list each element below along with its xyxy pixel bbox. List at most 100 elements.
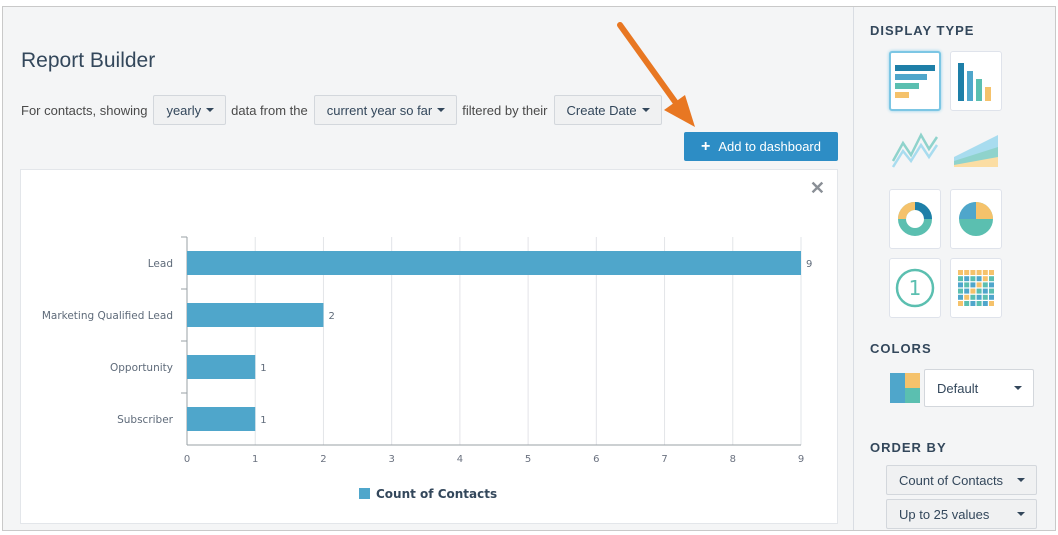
x-tick-label: 5: [525, 454, 531, 465]
chevron-down-icon: [206, 108, 215, 112]
grid-cell-icon: [976, 294, 982, 300]
y-tick-label: Opportunity: [110, 362, 173, 374]
filter-prefix-text: For contacts, showing: [21, 102, 148, 118]
sidebar: DISPLAY TYPE 1 COLORS Default ORDER BY C…: [853, 7, 1055, 530]
y-tick-label: Subscriber: [117, 414, 174, 426]
grid-cell-icon: [976, 282, 982, 288]
data-label: 9: [806, 259, 812, 270]
bar: [187, 407, 256, 431]
line-chart-icon: [891, 132, 939, 168]
color-scheme-dropdown[interactable]: Default: [924, 369, 1034, 407]
grid-cell-icon: [970, 270, 976, 275]
x-tick-label: 8: [730, 454, 736, 465]
grid-cell-icon: [970, 276, 976, 282]
close-icon[interactable]: ✕: [810, 179, 825, 197]
grid-cell-icon: [989, 282, 994, 288]
date-property-dropdown[interactable]: Create Date: [553, 95, 662, 125]
filter-sentence: For contacts, showing yearly data from t…: [21, 95, 667, 125]
date-range-dropdown[interactable]: current year so far: [313, 95, 458, 125]
x-tick-label: 0: [184, 454, 190, 465]
grid-cell-icon: [958, 294, 963, 300]
grid-cell-icon: [982, 294, 988, 300]
display-type-vertical-bar[interactable]: [950, 51, 1002, 111]
display-type-line[interactable]: [889, 119, 941, 179]
grid-cell-icon: [976, 270, 982, 275]
grid-cell-icon: [964, 288, 970, 294]
x-tick-label: 9: [798, 454, 804, 465]
color-scheme-value: Default: [937, 380, 979, 396]
vertical-bar-chart-icon: [958, 63, 991, 101]
grid-cell-icon: [989, 301, 994, 306]
grid-cell-icon: [982, 288, 988, 294]
color-scheme-swatch-icon: [890, 373, 920, 403]
horizontal-bar-chart-icon: [895, 65, 935, 98]
grid-cell-icon: [964, 294, 970, 300]
add-to-dashboard-button[interactable]: + Add to dashboard: [684, 132, 838, 161]
order-by-heading: ORDER BY: [870, 440, 947, 455]
data-label: 1: [260, 363, 266, 374]
single-value-glyph: 1: [909, 276, 922, 300]
y-tick-label: Lead: [148, 258, 173, 270]
pie-chart-icon: [959, 202, 993, 236]
x-tick-label: 4: [457, 454, 463, 465]
legend-swatch: [359, 488, 370, 499]
bar: [187, 303, 324, 327]
grid-cell-icon: [976, 288, 982, 294]
chevron-down-icon: [1017, 478, 1025, 482]
grid-cell-icon: [982, 270, 988, 275]
grid-cell-icon: [958, 270, 963, 275]
date-range-value: current year so far: [326, 102, 433, 118]
x-tick-label: 1: [252, 454, 258, 465]
display-type-donut[interactable]: [889, 189, 941, 249]
display-type-single-value[interactable]: 1: [889, 258, 941, 318]
grid-cell-icon: [958, 288, 963, 294]
grid-cell-icon: [970, 294, 976, 300]
area-chart-icon: [954, 135, 998, 167]
bar: [187, 355, 256, 379]
x-tick-label: 2: [320, 454, 326, 465]
legend-label: Count of Contacts: [376, 487, 497, 501]
limit-value: Up to 25 values: [899, 506, 990, 522]
data-label: 1: [260, 415, 266, 426]
display-type-pie[interactable]: [950, 189, 1002, 249]
grid-cell-icon: [989, 270, 994, 275]
single-value-icon: 1: [895, 268, 935, 308]
grid-cell-icon: [982, 282, 988, 288]
data-from-text: data from the: [231, 102, 308, 118]
order-by-value: Count of Contacts: [899, 472, 1004, 488]
grid-cell-icon: [964, 276, 970, 282]
grid-cell-icon: [958, 282, 963, 288]
display-type-area[interactable]: [950, 119, 1002, 179]
grid-cell-icon: [970, 301, 976, 306]
grid-cell-icon: [976, 276, 982, 282]
page-title: Report Builder: [21, 49, 156, 72]
grid-cell-icon: [964, 301, 970, 306]
filtered-by-text: filtered by their: [462, 102, 548, 118]
donut-chart-icon: [898, 202, 932, 236]
grid-cell-icon: [958, 301, 963, 306]
grid-cell-icon: [976, 301, 982, 306]
chevron-down-icon: [1014, 386, 1022, 390]
grid-cell-icon: [958, 276, 963, 282]
bar: [187, 251, 801, 275]
limit-dropdown[interactable]: Up to 25 values: [886, 499, 1037, 529]
chart-card: ✕ 0 1 2 3 4 5 6 7 8 9 Lead 9 Marketing Qualified Lea…: [20, 169, 838, 524]
frequency-dropdown[interactable]: yearly: [153, 95, 227, 125]
grid-cell-icon: [970, 288, 976, 294]
grid-cell-icon: [989, 288, 994, 294]
y-tick-label: Marketing Qualified Lead: [42, 310, 173, 322]
order-by-dropdown[interactable]: Count of Contacts: [886, 465, 1037, 495]
x-tick-label: 6: [593, 454, 599, 465]
table-grid-icon: [958, 270, 994, 306]
x-tick-label: 3: [388, 454, 394, 465]
chevron-down-icon: [1017, 512, 1025, 516]
report-main: Report Builder For contacts, showing yea…: [3, 7, 853, 530]
display-type-heading: DISPLAY TYPE: [870, 23, 975, 38]
display-type-horizontal-bar[interactable]: [889, 51, 941, 111]
grid-cell-icon: [989, 276, 994, 282]
grid-cell-icon: [964, 282, 970, 288]
display-type-table[interactable]: [950, 258, 1002, 318]
frequency-value: yearly: [166, 102, 202, 118]
chevron-down-icon: [641, 108, 650, 112]
colors-heading: COLORS: [870, 341, 932, 356]
